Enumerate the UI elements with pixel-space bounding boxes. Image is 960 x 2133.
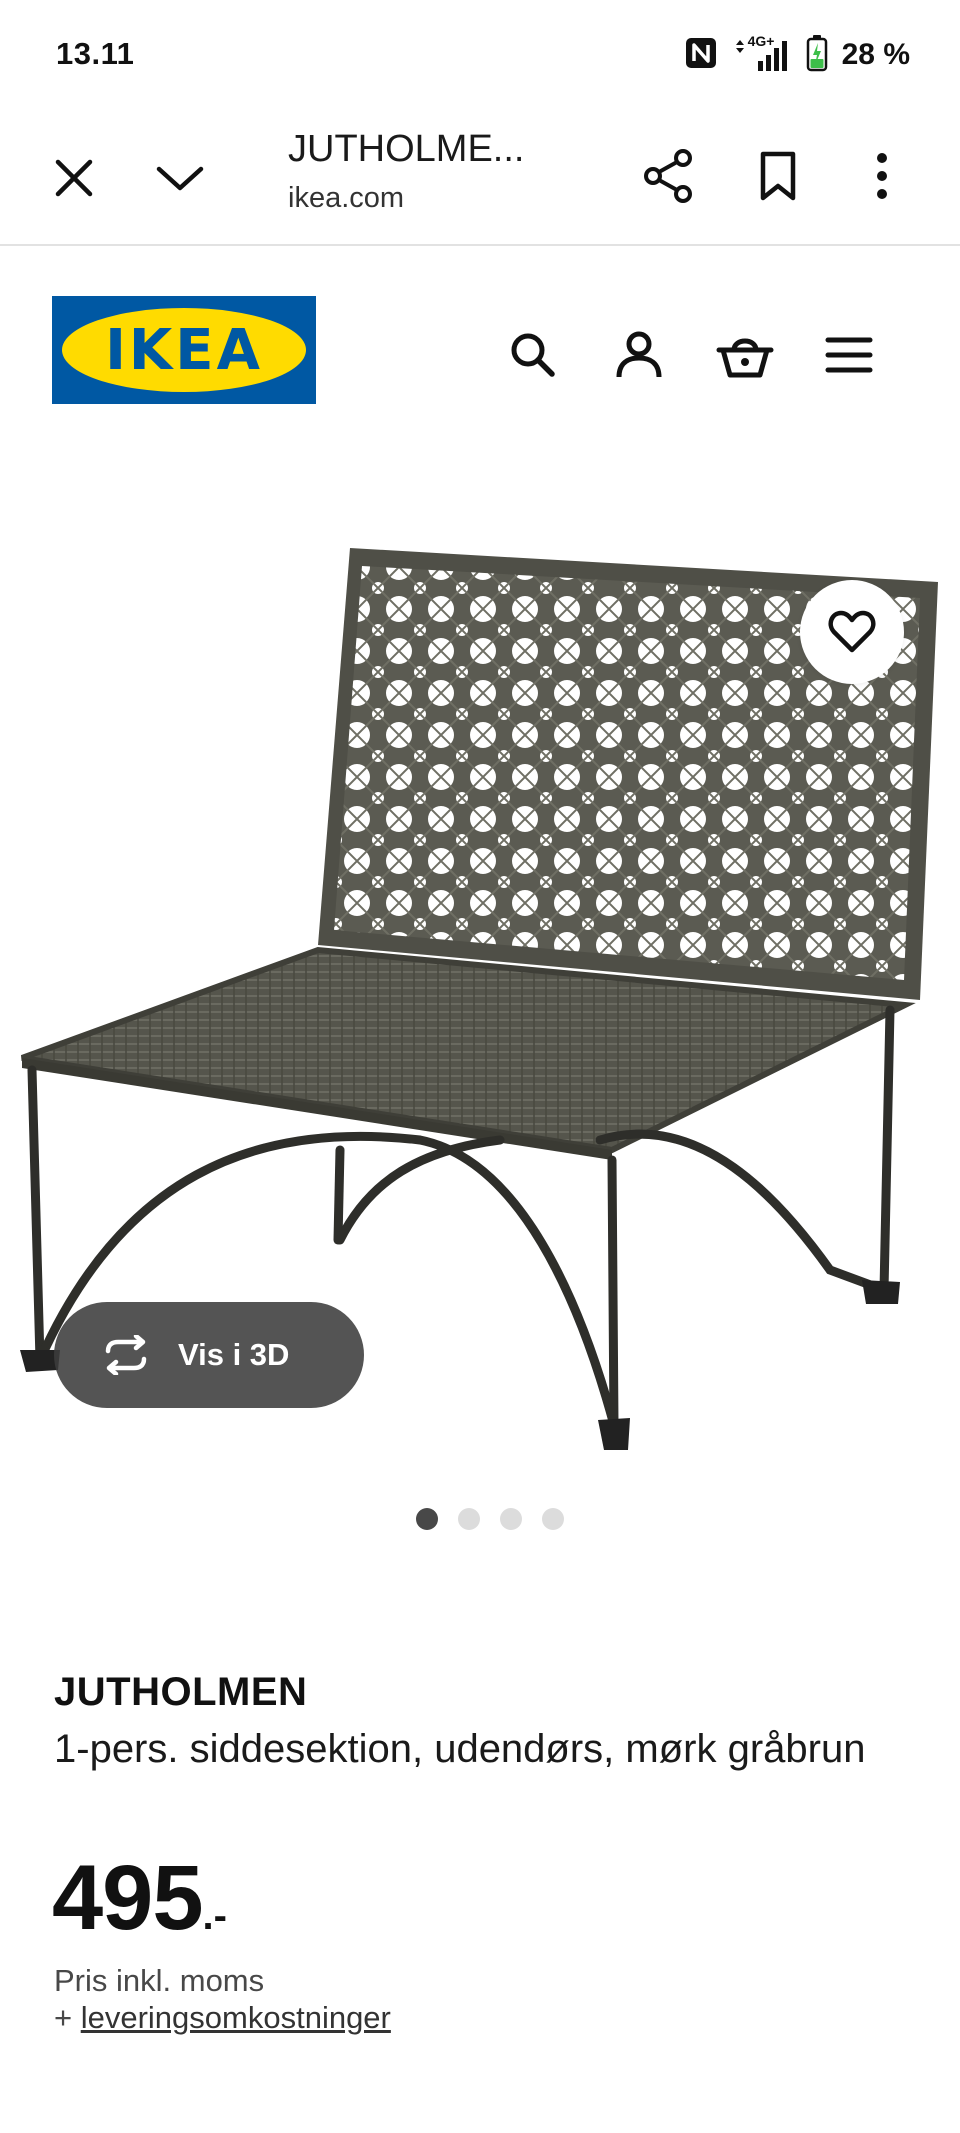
- collapse-button[interactable]: [150, 148, 210, 208]
- page-domain[interactable]: ikea.com: [288, 182, 404, 215]
- chevron-down-icon: [156, 166, 204, 191]
- ikea-logo-text: IKEA: [105, 317, 263, 383]
- page: 13.11 4G+ 28 % JUTHOLME... ikea.com IKEA…: [0, 0, 960, 2133]
- heart-icon: [828, 610, 876, 653]
- menu-icon: [825, 337, 873, 373]
- product-price: 495 .-: [52, 1846, 227, 1951]
- page-title[interactable]: JUTHOLME...: [288, 128, 524, 171]
- gallery-dot[interactable]: [500, 1508, 522, 1530]
- more-options-button[interactable]: [858, 144, 906, 208]
- gallery-dot[interactable]: [542, 1508, 564, 1530]
- signal-icon: 4G+: [732, 33, 792, 75]
- browser-bar: JUTHOLME... ikea.com: [0, 110, 960, 246]
- bookmark-icon: [760, 151, 796, 201]
- more-vertical-icon: [877, 153, 887, 199]
- nfc-icon: [684, 36, 718, 75]
- product-description: 1-pers. siddesektion, udendørs, mørk grå…: [54, 1727, 866, 1771]
- battery-icon: [806, 34, 828, 77]
- price-amount: 495: [52, 1847, 203, 1949]
- share-button[interactable]: [636, 144, 700, 208]
- status-time: 13.11: [56, 36, 135, 71]
- rotate-3d-icon: [105, 1335, 147, 1375]
- status-icons: 4G+ 28 %: [684, 30, 910, 80]
- close-icon: [55, 159, 93, 197]
- gallery-pagination: [0, 1508, 960, 1530]
- ikea-logo[interactable]: IKEA ®: [52, 296, 316, 404]
- delivery-info: + leveringsomkostninger: [54, 2000, 391, 2036]
- search-button[interactable]: [502, 324, 564, 386]
- delivery-prefix: +: [54, 2000, 81, 2035]
- product-name: JUTHOLMEN: [54, 1670, 308, 1714]
- search-icon: [511, 333, 555, 377]
- network-type: 4G+: [747, 33, 775, 49]
- close-button[interactable]: [44, 148, 104, 208]
- price-note: Pris inkl. moms: [54, 1963, 265, 1998]
- bookmark-button[interactable]: [746, 144, 810, 208]
- status-bar: 13.11 4G+ 28 %: [0, 0, 960, 110]
- menu-button[interactable]: [818, 324, 880, 386]
- delivery-costs-link[interactable]: leveringsomkostninger: [81, 2000, 391, 2035]
- gallery-dot[interactable]: [458, 1508, 480, 1530]
- view-3d-button[interactable]: Vis i 3D: [54, 1302, 364, 1408]
- view-3d-label: Vis i 3D: [178, 1337, 290, 1372]
- basket-button[interactable]: [712, 324, 778, 386]
- price-suffix: .-: [202, 1894, 227, 1938]
- gallery-dot[interactable]: [416, 1508, 438, 1530]
- battery-percent: 28 %: [841, 38, 910, 71]
- favourite-button[interactable]: [800, 580, 904, 684]
- site-header: IKEA ®: [0, 246, 960, 416]
- account-button[interactable]: [608, 324, 670, 386]
- basket-icon: [716, 338, 774, 378]
- share-icon: [644, 149, 692, 203]
- user-icon: [616, 331, 662, 378]
